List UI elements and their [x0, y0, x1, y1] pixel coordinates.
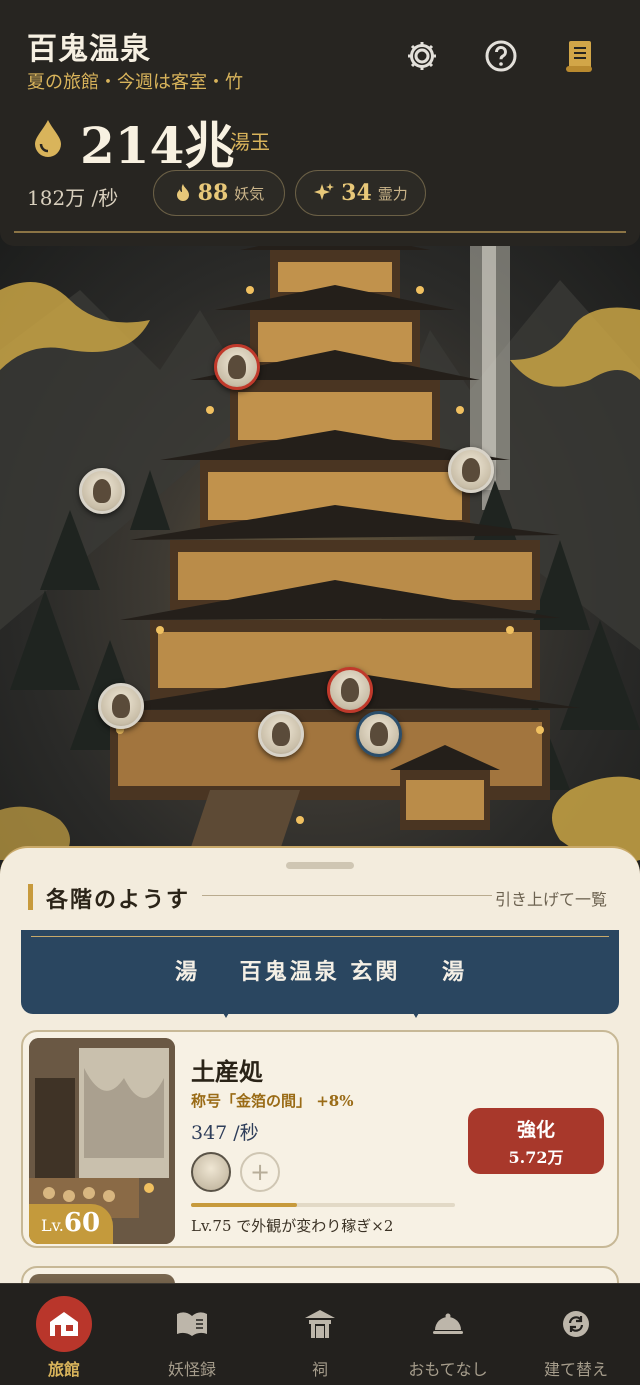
level-progress	[191, 1203, 455, 1207]
upgrade-label: 強化	[516, 1118, 555, 1141]
yudama-drop-icon	[31, 118, 65, 162]
inn-icon	[36, 1296, 92, 1352]
reiryoku-pill[interactable]: 34 霊力	[295, 170, 426, 216]
pull-up-hint: 引き上げて一覧	[495, 890, 608, 909]
scroll-icon[interactable]	[560, 36, 600, 76]
reiryoku-label: 霊力	[377, 184, 408, 203]
level-progress-fill	[191, 1203, 297, 1207]
book-icon	[164, 1296, 220, 1352]
top-header: 百鬼温泉 夏の旅館・今週は客室・竹 214兆 湯玉 182万 /秒 88 妖気 …	[0, 0, 640, 246]
milestone-note: Lv.75 で外観が変わり稼ぎ×2	[191, 1217, 394, 1235]
shrine-icon	[292, 1296, 348, 1352]
add-icon: +	[249, 1158, 271, 1186]
floor-title-bonus: 称号「金箔の間」 +8%	[191, 1092, 354, 1110]
section-title: 各階のようす	[46, 887, 191, 913]
banner-right-sign: 湯	[442, 959, 465, 985]
yokai-avatar-doll[interactable]	[356, 711, 402, 757]
banner-rule	[31, 936, 609, 937]
nav-yokai-book-label: 妖怪録	[167, 1360, 216, 1379]
level-prefix: Lv.	[41, 1216, 64, 1235]
drag-handle[interactable]	[286, 862, 354, 869]
nav-shrine-label: 祠	[311, 1360, 328, 1379]
income-rate: 182万 /秒	[27, 186, 119, 210]
level-badge: Lv. 60	[29, 1204, 113, 1244]
floor-name: 土産処	[191, 1057, 263, 1086]
yoki-value: 88	[197, 180, 229, 206]
nav-omotenashi-label: おもてなし	[408, 1360, 488, 1379]
floor-card-souvenir[interactable]: Lv. 60 土産処 称号「金箔の間」 +8% 347 /秒 + Lv.75 で…	[21, 1030, 619, 1248]
reiryoku-value: 34	[341, 180, 372, 206]
rebuild-icon	[548, 1296, 604, 1352]
yokai-avatar-fox[interactable]	[79, 468, 125, 514]
nav-yokai-book[interactable]: 妖怪録	[128, 1284, 256, 1385]
section-rule	[202, 895, 492, 896]
nav-shrine[interactable]: 祠	[256, 1284, 384, 1385]
yoki-pill[interactable]: 88 妖気	[153, 170, 285, 216]
season-subtitle: 夏の旅館・今週は客室・竹	[27, 72, 243, 93]
game-title: 百鬼温泉	[27, 32, 151, 67]
nav-inn[interactable]: 旅館	[0, 1284, 128, 1385]
upgrade-button[interactable]: 強化 5.72万	[468, 1108, 604, 1174]
currency-unit: 湯玉	[230, 130, 270, 154]
banner-floor-name: 百鬼温泉 玄関	[239, 959, 401, 985]
yokai-avatar-ghost[interactable]	[214, 344, 260, 390]
yokai-avatar-lantern[interactable]	[448, 447, 494, 493]
flame-icon	[176, 184, 189, 201]
floor-panel[interactable]: 各階のようす 引き上げて一覧 湯 百鬼温泉 玄関 湯 Lv. 60 土産処 称号…	[0, 846, 640, 1326]
nav-omotenashi[interactable]: おもてなし	[384, 1284, 512, 1385]
staff-slot-filled[interactable]	[191, 1152, 231, 1192]
staff-slot-add[interactable]: +	[240, 1152, 280, 1192]
nav-inn-label: 旅館	[47, 1360, 80, 1379]
banner-notch	[219, 1006, 233, 1018]
floor-thumbnail: Lv. 60	[29, 1038, 175, 1244]
help-icon[interactable]	[481, 36, 521, 76]
bottom-nav: 旅館 妖怪録 祠 おもてなし 建て替え	[0, 1283, 640, 1385]
nav-rebuild-label: 建て替え	[543, 1360, 608, 1379]
yokai-avatar-oni[interactable]	[327, 667, 373, 713]
section-accent-bar	[28, 884, 33, 910]
yokai-avatar-kappa[interactable]	[98, 683, 144, 729]
gear-icon[interactable]	[402, 36, 442, 76]
currency-amount: 214兆	[80, 116, 235, 175]
upgrade-cost: 5.72万	[508, 1147, 564, 1167]
yoki-label: 妖気	[234, 184, 265, 203]
header-divider	[14, 231, 626, 233]
cloche-icon	[420, 1296, 476, 1352]
floor-banner: 湯 百鬼温泉 玄関 湯	[21, 930, 619, 1018]
nav-rebuild[interactable]: 建て替え	[512, 1284, 640, 1385]
level-value: 60	[63, 1208, 101, 1238]
sparkle-icon	[314, 183, 335, 200]
banner-notch	[409, 1006, 423, 1018]
floor-income-rate: 347 /秒	[191, 1122, 259, 1144]
yokai-avatar-cat[interactable]	[258, 711, 304, 757]
onsen-tower-scene[interactable]	[0, 230, 640, 880]
